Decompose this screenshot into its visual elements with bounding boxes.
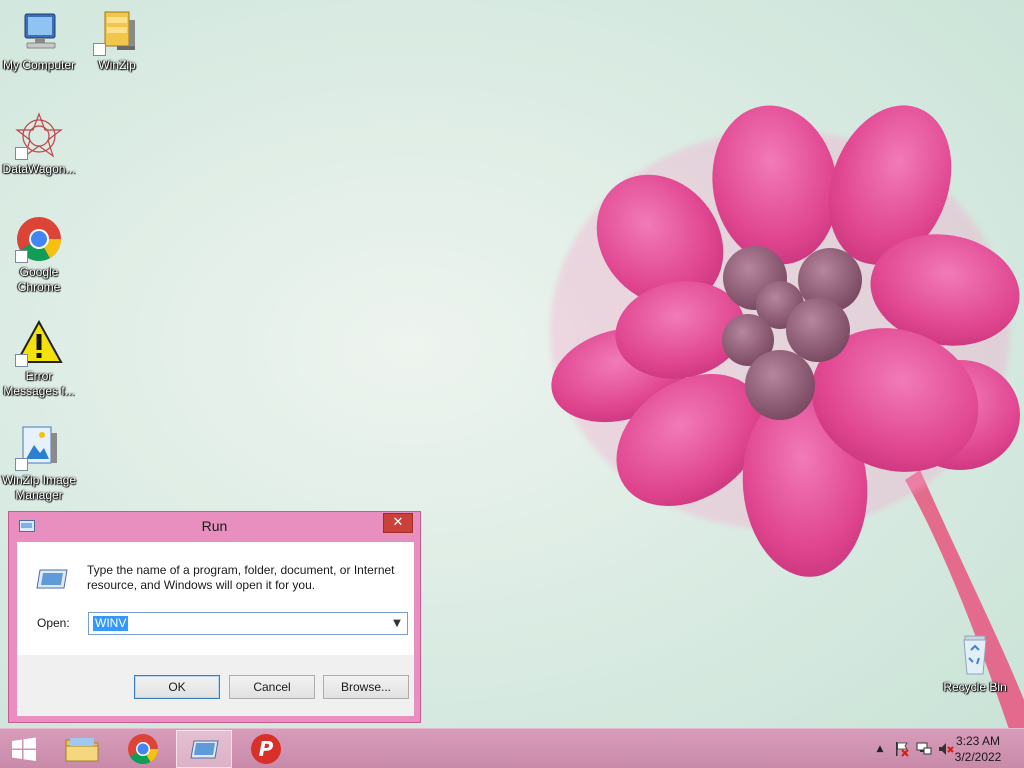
chrome-icon xyxy=(15,215,63,263)
browse-button[interactable]: Browse... xyxy=(323,675,409,699)
shortcut-arrow-icon xyxy=(15,250,28,263)
desktop-icon-label: Google Chrome xyxy=(17,265,61,294)
taskbar: P ▲ 3:23 AM 3/2/2022 xyxy=(0,728,1024,768)
desktop-icon-datawagon[interactable]: DataWagon... xyxy=(0,112,78,177)
desktop-icon-my-computer[interactable]: My Computer xyxy=(0,8,78,73)
run-dialog-description: Type the name of a program, folder, docu… xyxy=(87,563,395,592)
run-dialog-titlebar[interactable]: Run ✕ xyxy=(9,512,420,542)
desktop-icon-label: DataWagon... xyxy=(2,162,76,176)
shortcut-arrow-icon xyxy=(15,147,28,160)
chrome-icon xyxy=(128,734,158,765)
desktop-icon-label: WinZip Image Manager xyxy=(1,473,77,502)
run-dialog-footer: OK Cancel Browse... xyxy=(17,655,414,716)
open-label: Open: xyxy=(37,616,70,630)
run-program-icon xyxy=(36,569,68,589)
desktop-icon-label: Error Messages f... xyxy=(3,369,75,398)
desktop-icon-error-messages[interactable]: Error Messages f... xyxy=(0,319,78,399)
desktop-icon-label: My Computer xyxy=(2,58,76,72)
taskbar-chrome[interactable] xyxy=(115,730,171,768)
taskbar-file-explorer[interactable] xyxy=(54,730,110,768)
system-tray: ▲ 3:23 AM 3/2/2022 xyxy=(844,729,1024,768)
open-input[interactable]: WINV xyxy=(93,616,129,631)
desktop-icon-winzip[interactable]: WinZip xyxy=(78,8,156,73)
taskbar-psiphon[interactable]: P xyxy=(238,730,294,768)
clock[interactable]: 3:23 AM 3/2/2022 xyxy=(948,733,1008,765)
winzip-image-manager-icon xyxy=(15,423,63,471)
taskbar-run[interactable] xyxy=(176,730,232,768)
action-center-flag-icon[interactable] xyxy=(894,741,910,757)
desktop-icon-label: Recycle Bin xyxy=(943,680,1007,694)
windows-logo-icon xyxy=(12,737,36,761)
cancel-button[interactable]: Cancel xyxy=(229,675,315,699)
desktop-icon-recycle-bin[interactable]: Recycle Bin xyxy=(936,630,1014,695)
recycle-bin-icon xyxy=(951,630,999,678)
desktop-icon-winzip-image-manager[interactable]: WinZip Image Manager xyxy=(0,423,78,503)
file-explorer-icon xyxy=(65,738,99,762)
open-combobox[interactable]: WINV ▼ xyxy=(88,612,408,635)
datawagon-icon xyxy=(15,112,63,160)
start-button[interactable] xyxy=(0,729,48,768)
run-dialog-body: Type the name of a program, folder, docu… xyxy=(17,542,414,655)
computer-icon xyxy=(15,8,63,56)
shortcut-arrow-icon xyxy=(15,458,28,471)
warning-icon xyxy=(15,319,63,367)
clock-date: 3/2/2022 xyxy=(954,750,1002,764)
run-icon xyxy=(190,740,219,759)
desktop-icon-label: WinZip xyxy=(98,58,136,72)
close-button[interactable]: ✕ xyxy=(383,513,413,533)
shortcut-arrow-icon xyxy=(93,43,106,56)
ok-button[interactable]: OK xyxy=(134,675,220,699)
winzip-icon xyxy=(93,8,141,56)
psiphon-icon: P xyxy=(251,734,281,764)
clock-time: 3:23 AM xyxy=(955,734,1001,748)
run-dialog: Run ✕ Type the name of a program, folder… xyxy=(8,511,421,723)
desktop-icon-google-chrome[interactable]: Google Chrome xyxy=(0,215,78,295)
network-icon[interactable] xyxy=(916,741,932,757)
chevron-down-icon[interactable]: ▼ xyxy=(389,615,405,632)
svg-text:P: P xyxy=(259,737,274,761)
shortcut-arrow-icon xyxy=(15,354,28,367)
show-hidden-icons-icon[interactable]: ▲ xyxy=(872,741,888,757)
run-dialog-title: Run xyxy=(201,518,228,534)
